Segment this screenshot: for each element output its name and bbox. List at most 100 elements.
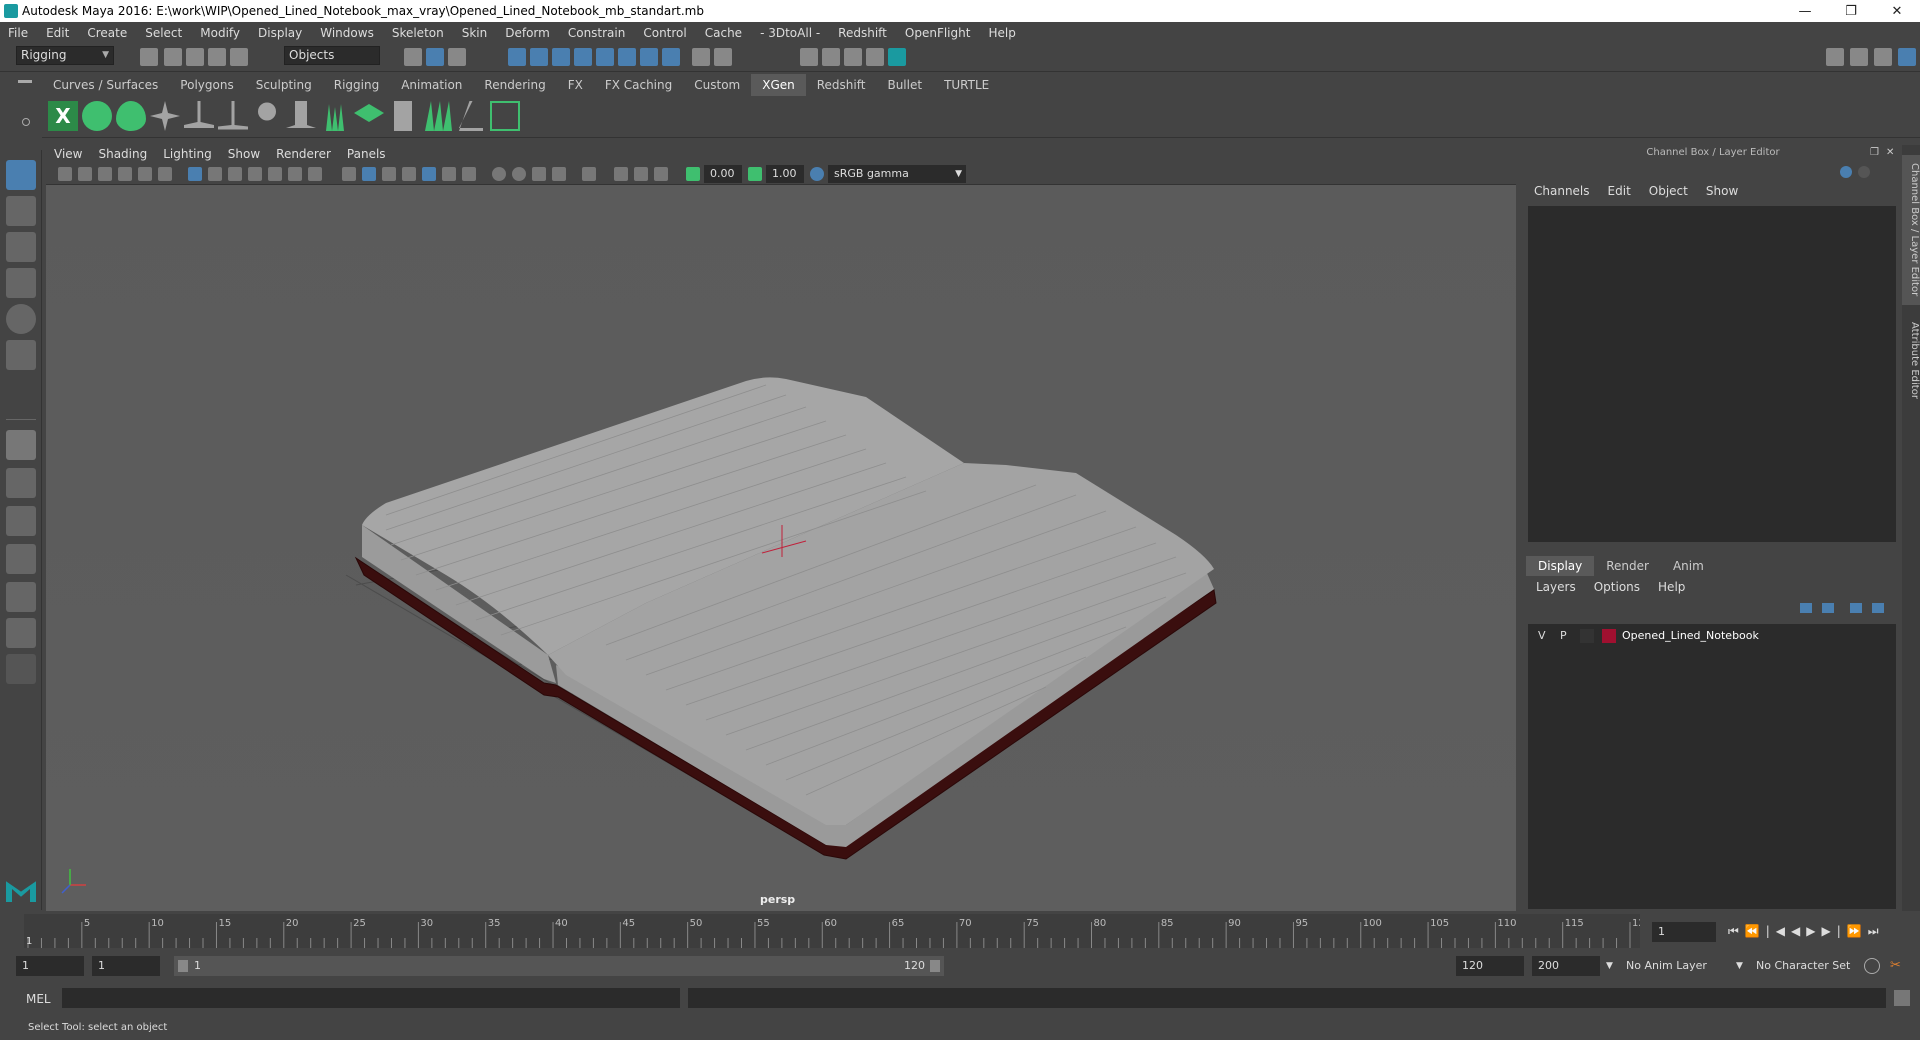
snap-vertex-icon[interactable] [618,48,636,66]
resolution-gate-icon[interactable] [228,167,242,181]
gamma-icon[interactable] [748,167,762,181]
render-settings-icon[interactable] [866,48,884,66]
timeline-ruler[interactable]: 5 10 15 20 25 30 35 40 45 50 55 60 65 70 75 80 85 90 95 100… [24,914,1651,948]
single-perspective-layout-icon[interactable] [6,430,36,460]
select-component-icon[interactable] [448,48,466,66]
menu-file[interactable]: File [8,26,28,40]
current-frame-field[interactable]: 1 [1652,922,1716,942]
menu-display[interactable]: Display [258,26,302,40]
rotate-tool-icon[interactable] [6,304,36,334]
snap-grid-icon[interactable] [508,48,526,66]
layer-row[interactable]: V P Opened_Lined_Notebook [1530,626,1894,646]
lasso-tool-icon[interactable] [6,196,36,226]
menu-create[interactable]: Create [87,26,127,40]
snap-point-icon[interactable] [552,48,570,66]
layer-name[interactable]: Opened_Lined_Notebook [1622,629,1759,642]
layer-menu-help[interactable]: Help [1658,580,1685,598]
channel-menu-channels[interactable]: Channels [1534,184,1590,202]
move-layer-up-icon[interactable] [1800,603,1812,613]
layer-display-type-toggle[interactable] [1580,629,1594,643]
wireframe-icon[interactable] [342,167,356,181]
shadows-icon[interactable] [462,167,476,181]
animation-preferences-icon[interactable]: ✂ [1890,958,1906,974]
new-scene-icon[interactable] [140,48,158,66]
channel-box-area[interactable] [1528,206,1896,542]
help-icon[interactable] [662,48,680,66]
snap-surface-icon[interactable] [596,48,614,66]
playback-start-field[interactable]: 1 [92,956,160,976]
gamma-field[interactable]: 1.00 [766,165,804,183]
step-back-icon[interactable]: ⏪ [1745,924,1766,938]
channel-menu-show[interactable]: Show [1706,184,1738,202]
tab-curves-surfaces[interactable]: Curves / Surfaces [42,74,169,96]
menu-windows[interactable]: Windows [320,26,374,40]
channel-menu-object[interactable]: Object [1649,184,1688,202]
step-forward-key-icon[interactable]: ▶| [1822,924,1847,938]
ambient-occlusion-icon[interactable] [492,167,506,181]
new-empty-layer-icon[interactable] [1850,603,1862,613]
paint-select-tool-icon[interactable] [6,232,36,262]
range-end-handle[interactable] [930,960,940,972]
viewport-menu-shading[interactable]: Shading [98,147,147,161]
menu-help[interactable]: Help [988,26,1015,40]
layer-menu-options[interactable]: Options [1594,580,1640,598]
perspective-viewport[interactable] [46,185,1516,911]
play-forward-icon[interactable]: ▶ [1806,924,1821,938]
select-object-icon[interactable] [426,48,444,66]
shelf-menu-icon[interactable] [18,80,32,83]
shelf-settings-icon[interactable] [22,118,30,126]
open-scene-icon[interactable] [164,48,182,66]
menu-select[interactable]: Select [145,26,182,40]
new-layer-selected-icon[interactable] [1872,603,1884,613]
outliner-toggle-icon[interactable] [1850,48,1868,66]
tab-sculpting[interactable]: Sculpting [245,74,323,96]
tab-bullet[interactable]: Bullet [876,74,933,96]
color-space-dropdown[interactable]: sRGB gamma ▼ [828,165,966,183]
go-to-end-icon[interactable]: ⏭ [1868,924,1885,938]
tab-rigging[interactable]: Rigging [323,74,390,96]
history-icon[interactable] [640,48,658,66]
xray-joints-icon[interactable] [634,167,648,181]
side-tab-channel-box[interactable]: Channel Box / Layer Editor [1902,155,1920,305]
bookmark-icon[interactable] [98,167,112,181]
viewport-menu-renderer[interactable]: Renderer [276,147,331,161]
tab-turtle[interactable]: TURTLE [933,74,1000,96]
isolate-select-icon[interactable] [582,167,596,181]
mode-dropdown[interactable]: Rigging ▼ [16,46,114,65]
persp-graph-layout-icon[interactable] [6,544,36,574]
range-slider[interactable]: 1 120 [174,956,944,976]
redo-icon[interactable] [230,48,248,66]
hypershade-icon[interactable] [888,48,906,66]
menu-control[interactable]: Control [643,26,686,40]
menu-skin[interactable]: Skin [462,26,488,40]
menu-cache[interactable]: Cache [705,26,742,40]
scale-tool-icon[interactable] [6,340,36,370]
go-to-start-icon[interactable]: ⏮ [1728,924,1745,938]
four-view-layout-icon[interactable] [6,468,36,498]
xgen-active-tool-icon[interactable] [490,101,520,131]
color-management-icon[interactable] [810,167,824,181]
animation-start-field[interactable]: 1 [16,956,84,976]
selection-mode-dropdown[interactable]: Objects [284,46,380,65]
step-back-key-icon[interactable]: |◀ [1766,924,1791,938]
two-d-pan-icon[interactable] [138,167,152,181]
snap-curve-icon[interactable] [530,48,548,66]
tab-render[interactable]: Render [1594,556,1661,576]
move-layer-down-icon[interactable] [1822,603,1834,613]
minimize-button[interactable]: — [1782,0,1828,22]
tab-polygons[interactable]: Polygons [169,74,244,96]
playback-end-field[interactable]: 120 [1456,956,1524,976]
toolsettings-toggle-icon[interactable] [1874,48,1892,66]
backface-culling-icon[interactable] [654,167,668,181]
gate-mask-icon[interactable] [248,167,262,181]
render-view-icon[interactable] [800,48,818,66]
tab-redshift[interactable]: Redshift [806,74,877,96]
select-tool-icon[interactable] [6,160,36,190]
range-start-handle[interactable] [178,960,188,972]
float-panel-icon[interactable]: ❐ [1870,147,1879,158]
layout-options-icon[interactable] [6,654,36,684]
layer-color-swatch[interactable] [1602,629,1616,643]
viewport-menu-view[interactable]: View [54,147,82,161]
viewport-menu-show[interactable]: Show [228,147,260,161]
layer-visibility-toggle[interactable]: V [1538,629,1546,642]
